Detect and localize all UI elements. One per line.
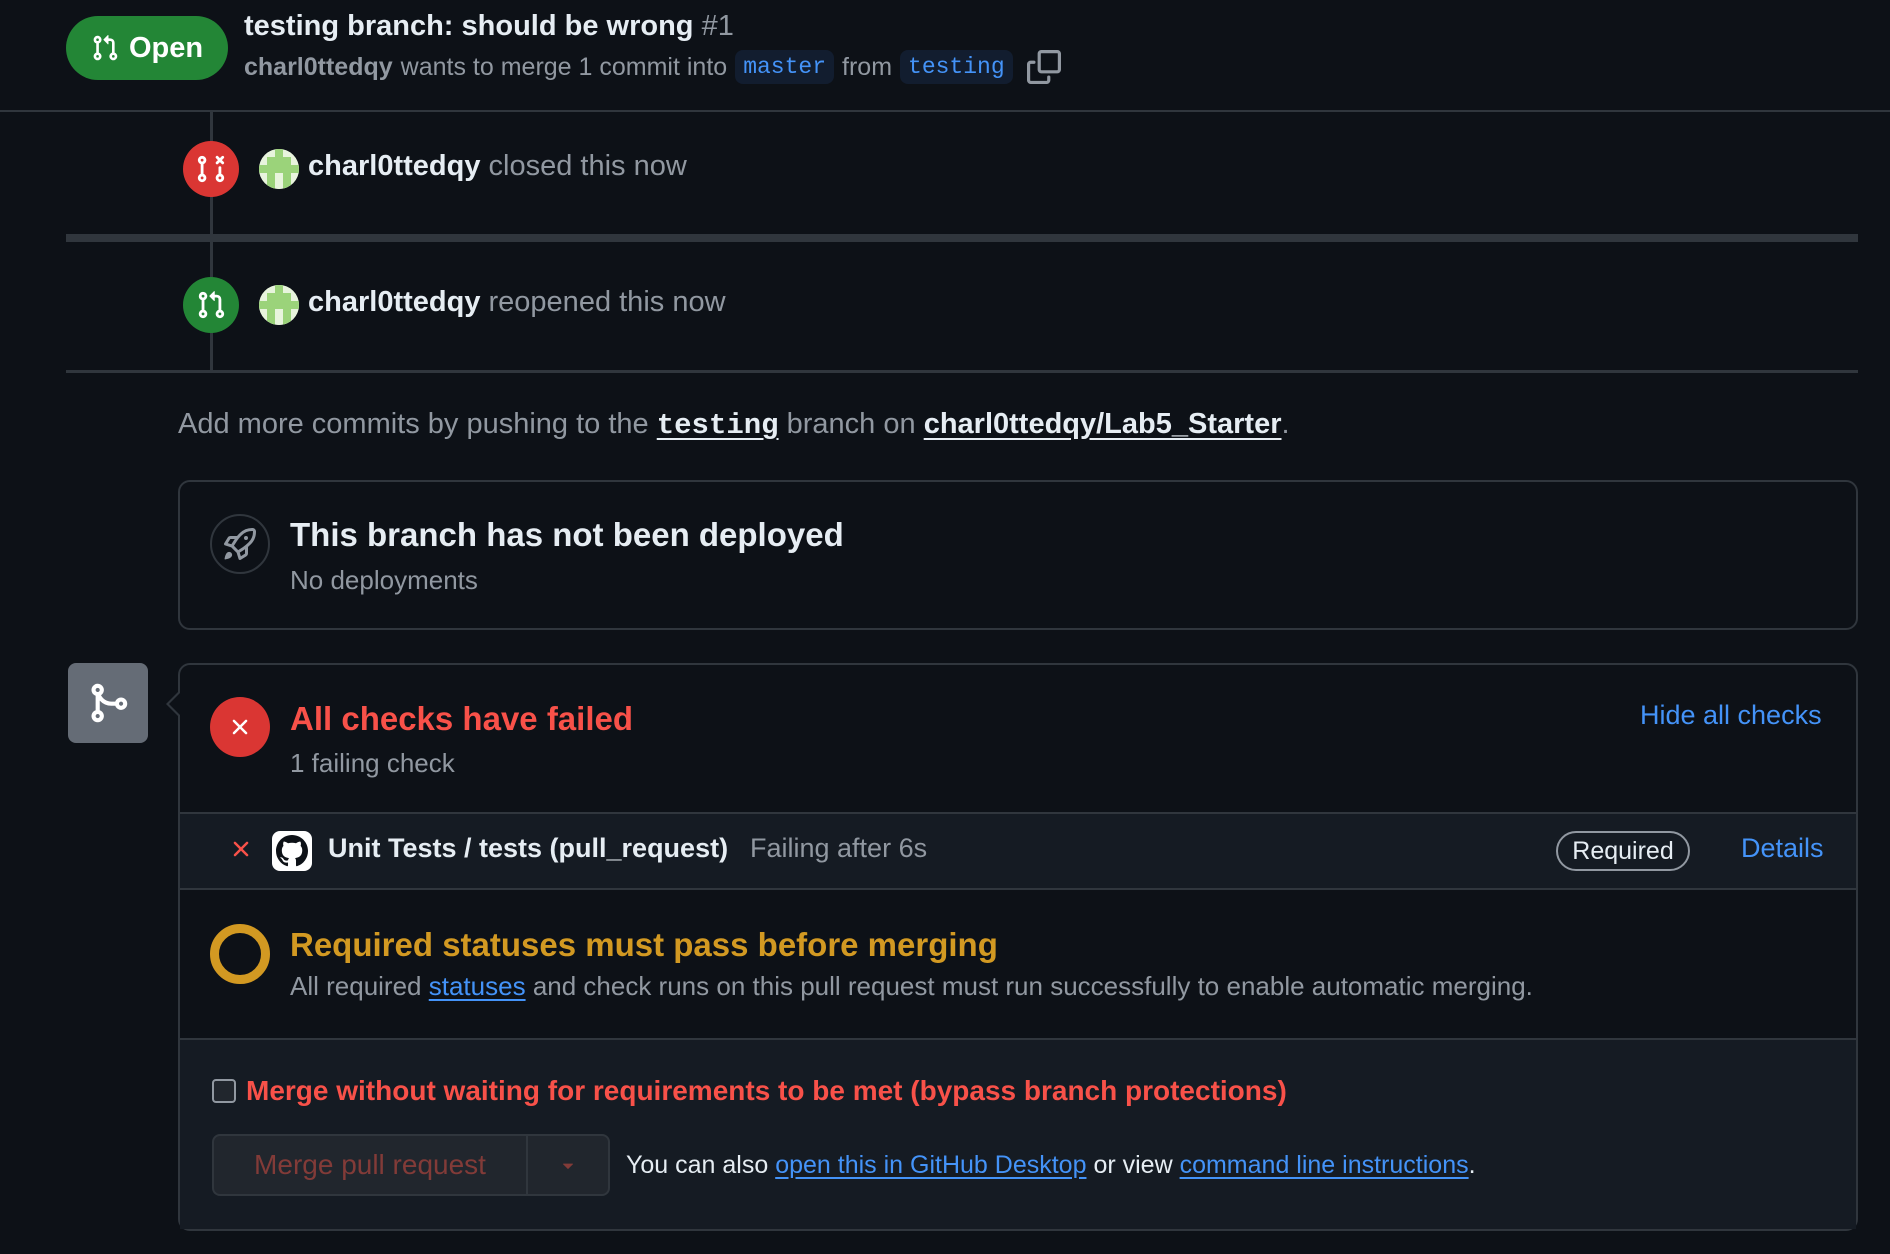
checks-title: All checks have failed [290,700,634,737]
pr-state-badge: Open [66,16,228,80]
also-suffix: . [1468,1151,1476,1179]
check-name: Unit Tests / tests (pull_request) [328,833,729,863]
header-divider [0,110,1890,112]
or-view-text: or view [1093,1151,1173,1179]
github-icon [276,835,308,867]
event-action: closed this now [488,150,687,182]
git-pull-request-icon [198,291,225,319]
deploy-title: This branch has not been deployed [290,516,844,553]
requirements-suffix: and check runs on this pull request must… [532,971,1533,1001]
git-pull-request-closed-icon [197,155,225,183]
push-hint-middle: branch on [786,408,916,440]
push-hint-prefix: Add more commits by pushing to the [178,408,649,440]
push-hint: Add more commits by pushing to the testi… [178,408,1290,442]
pr-title-text: testing branch: should be wrong [244,10,694,42]
avatar[interactable] [259,285,299,325]
event-action: reopened this now [488,286,726,318]
from-text: from [842,52,893,81]
x-icon [232,719,248,735]
push-hint-branch-link[interactable]: testing [657,409,779,442]
check-status: Failing after 6s [750,833,928,863]
pr-state-label: Open [128,31,204,64]
bypass-label[interactable]: Merge without waiting for requirements t… [246,1075,1287,1107]
event-actor-link[interactable]: charl0ttedqy [308,286,480,318]
merge-box-pointer-fill [169,692,181,716]
push-hint-suffix: . [1281,408,1290,440]
github-actions-logo [272,831,312,871]
head-branch-chip[interactable]: testing [900,50,1013,84]
pr-author-link[interactable]: charl0ttedqy [244,53,393,82]
deploy-subtitle: No deployments [290,565,478,595]
x-icon [233,841,249,857]
hide-all-checks-link[interactable]: Hide all checks [1640,700,1822,731]
deployments-box [178,480,1858,630]
pr-number: #1 [701,10,734,42]
github-desktop-link[interactable]: open this in GitHub Desktop [775,1151,1086,1179]
reopened-event-text: charl0ttedqy reopened this now [308,286,726,319]
bypass-checkbox[interactable] [212,1079,236,1103]
check-details-link[interactable]: Details [1741,833,1824,864]
identicon-icon [259,285,299,325]
git-merge-icon [91,683,128,723]
merge-options-dropdown[interactable] [526,1134,610,1196]
git-pull-request-icon [93,35,118,61]
event-actor-link[interactable]: charl0ttedqy [308,150,480,182]
pending-status-icon [210,924,270,984]
timeline-divider [66,234,1858,242]
copy-icon[interactable] [1026,50,1061,84]
reopened-event-badge [183,277,239,333]
triangle-down-icon [562,1163,574,1169]
merge-status-icon-box [68,663,148,743]
pr-title: testing branch: should be wrong #1 [244,10,734,43]
rocket-icon [224,528,256,560]
merge-summary-text: wants to merge 1 commit into [400,52,728,81]
checks-subtitle: 1 failing check [290,748,455,778]
timeline-divider [66,370,1858,373]
merge-alternatives: You can also open this in GitHub Desktop… [626,1151,1476,1180]
avatar[interactable] [259,149,299,189]
checks-failed-badge [210,697,270,757]
requirements-subtitle: All required statuses and check runs on … [290,971,1533,1002]
statuses-link[interactable]: statuses [429,971,526,1001]
identicon-icon [259,149,299,189]
command-line-instructions-link[interactable]: command line instructions [1180,1151,1469,1179]
push-hint-repo-link[interactable]: charl0ttedqy/Lab5_Starter [924,408,1282,440]
base-branch-chip[interactable]: master [735,50,835,84]
requirements-prefix: All required [290,971,422,1001]
check-failed-icon [228,836,254,870]
rocket-icon-circle [210,514,270,574]
requirements-title: Required statuses must pass before mergi… [290,926,998,963]
pr-merge-summary: charl0ttedqy wants to merge 1 commit int… [244,50,1061,84]
required-badge: Required [1556,831,1690,871]
closed-event-badge [183,141,239,197]
closed-event-text: charl0ttedqy closed this now [308,150,687,183]
merge-pull-request-button[interactable]: Merge pull request [212,1134,526,1196]
also-prefix: You can also [626,1151,769,1179]
